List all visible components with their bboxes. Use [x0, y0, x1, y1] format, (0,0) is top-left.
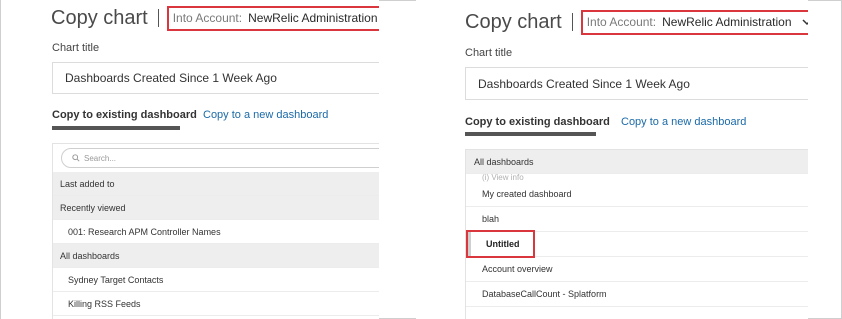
- group-header-all-dashboards: All dashboards: [53, 244, 379, 268]
- modal-header: Copy chart Into Account: NewRelic Admini…: [51, 4, 379, 32]
- chart-title-value: Dashboards Created Since 1 Week Ago: [65, 71, 277, 85]
- account-select[interactable]: Into Account: NewRelic Administration: [166, 5, 379, 31]
- modal-title: Copy chart: [465, 10, 562, 33]
- dashboard-list: All dashboards (i) View info My created …: [465, 149, 808, 319]
- row-label: Killing RSS Feeds: [68, 298, 141, 309]
- account-value: NewRelic Administration: [662, 15, 792, 29]
- group-header-last-added: Last added to: [53, 172, 379, 196]
- tab-copy-to-new[interactable]: Copy to a new dashboard: [203, 109, 328, 130]
- account-select[interactable]: Into Account: NewRelic Administration: [580, 9, 808, 35]
- list-item[interactable]: Account overview: [466, 257, 808, 282]
- row-label: blah: [482, 214, 500, 224]
- row-label: DatabaseCallCount - Splatform: [482, 289, 607, 299]
- account-label: Into Account:: [586, 15, 657, 29]
- list-item[interactable]: My created dashboard: [466, 182, 808, 207]
- row-label: Last added to: [60, 178, 115, 189]
- chart-title-value: Dashboards Created Since 1 Week Ago: [478, 76, 690, 91]
- copy-tabs: Copy to existing dashboard Copy to a new…: [52, 106, 328, 130]
- view-info-row: (i) View info: [466, 174, 808, 182]
- search-placeholder: Search...: [84, 153, 117, 163]
- list-item[interactable]: Killing RSS Feeds: [53, 292, 379, 316]
- list-item[interactable]: 001: Research APM Controller Names: [53, 220, 379, 244]
- chart-title-label: Chart title: [465, 47, 513, 59]
- chart-title-label: Chart title: [52, 42, 100, 54]
- chevron-down-icon: [801, 15, 808, 29]
- copy-chart-panel-left: Copy chart Into Account: NewRelic Admini…: [1, 0, 379, 319]
- account-value: NewRelic Administration: [248, 11, 378, 25]
- copy-tabs: Copy to existing dashboard Copy to a new…: [465, 112, 746, 136]
- chart-title-input[interactable]: Dashboards Created Since 1 Week Ago: [465, 67, 808, 100]
- row-label: Account overview: [482, 264, 553, 274]
- search-input[interactable]: Search...: [61, 148, 379, 168]
- group-header-recently-viewed: Recently viewed: [53, 196, 379, 220]
- tab-copy-to-new[interactable]: Copy to a new dashboard: [621, 116, 746, 136]
- search-icon: [72, 154, 80, 162]
- list-item[interactable]: blah: [466, 207, 808, 232]
- row-label: All dashboards: [474, 156, 534, 167]
- dashboard-list: Search... Last added to Recently viewed …: [52, 143, 379, 319]
- row-label: All dashboards: [60, 250, 120, 261]
- copy-chart-panel-right: Copy chart Into Account: NewRelic Admini…: [416, 0, 808, 319]
- row-label: My created dashboard: [482, 189, 572, 199]
- tab-copy-to-existing[interactable]: Copy to existing dashboard: [52, 109, 197, 130]
- row-label: 001: Research APM Controller Names: [68, 226, 221, 237]
- row-label: Recently viewed: [60, 202, 126, 213]
- title-divider: [571, 13, 573, 31]
- list-item-selected[interactable]: Untitled: [466, 230, 808, 258]
- tab-copy-to-existing[interactable]: Copy to existing dashboard: [465, 116, 610, 136]
- row-label: Sydney Target Contacts: [68, 274, 164, 285]
- search-row: Search...: [53, 144, 379, 172]
- list-item[interactable]: Sydney Target Contacts: [53, 268, 379, 292]
- highlight-box: Untitled: [466, 230, 535, 258]
- row-label: (i) View info: [482, 174, 524, 182]
- modal-header: Copy chart Into Account: NewRelic Admini…: [465, 9, 808, 35]
- group-header-all-dashboards: All dashboards: [466, 150, 808, 174]
- chart-title-input[interactable]: Dashboards Created Since 1 Week Ago: [52, 62, 379, 94]
- list-item[interactable]: DatabaseCallCount - Splatform: [466, 282, 808, 307]
- modal-title: Copy chart: [51, 6, 148, 29]
- account-label: Into Account:: [172, 11, 243, 25]
- title-divider: [157, 9, 159, 27]
- row-label: Untitled: [486, 239, 520, 249]
